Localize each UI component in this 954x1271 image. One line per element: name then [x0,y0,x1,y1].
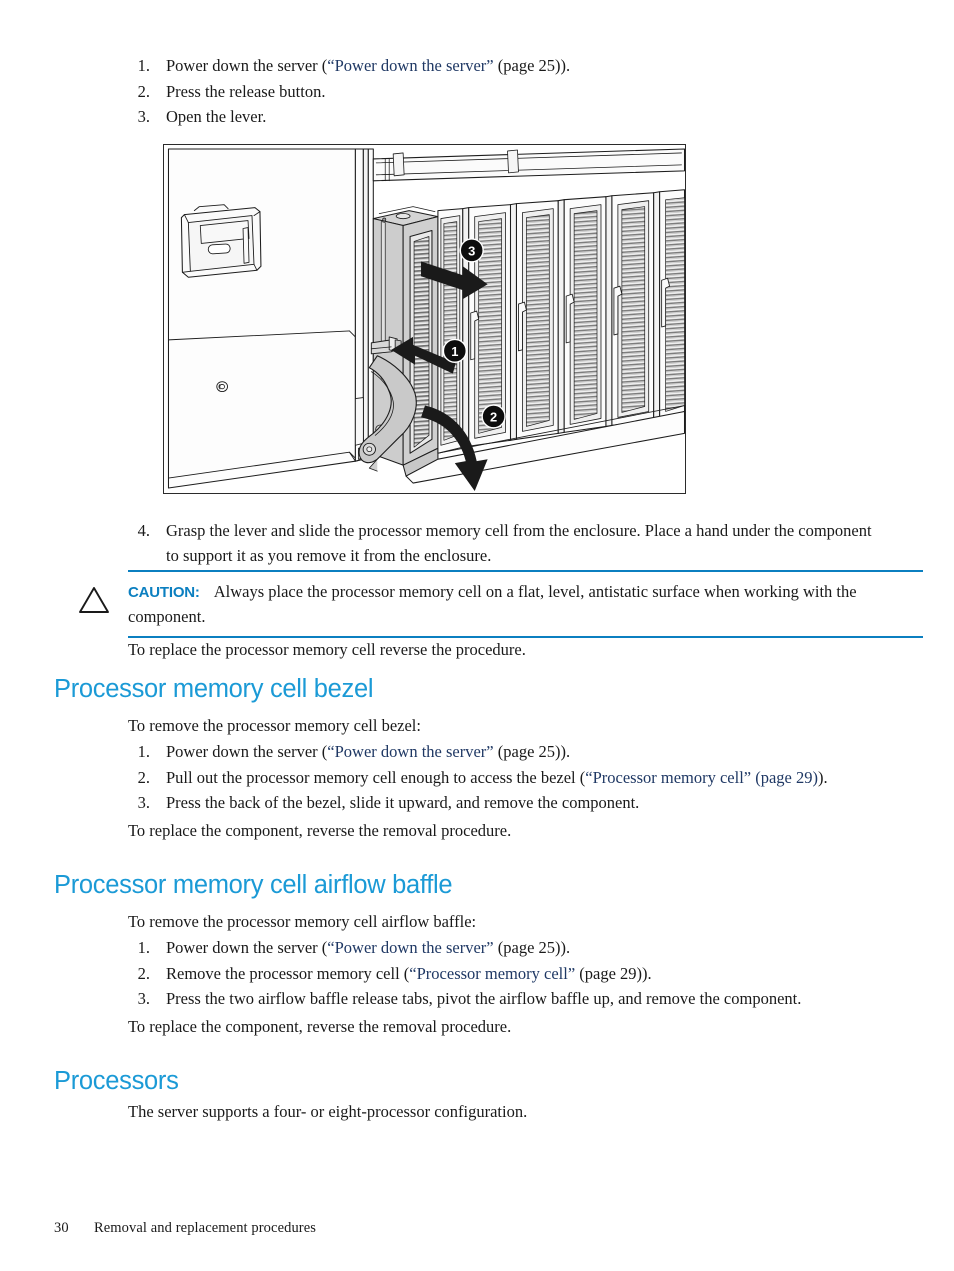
callout-label-3: 3 [468,243,475,258]
section-lead: To remove the processor memory cell airf… [128,912,477,931]
callout-badge-1: 1 [442,338,467,363]
list-number: 2. [137,767,150,787]
caution-label: CAUTION: [128,584,200,601]
cross-reference-link[interactable]: “Power down the server” [327,56,493,75]
list-number: 1. [137,56,150,75]
caution-text: Always place the processor memory cell o… [128,582,857,626]
list-item: 1. Power down the server (“Power down the… [128,936,888,961]
list-text: Power down the server ( [166,56,328,75]
list-number: 2. [137,963,150,983]
section-trailer: To replace the component, reverse the re… [128,820,512,840]
enclosure-handle [180,204,262,278]
section-body-airflow-baffle: To remove the processor memory cell airf… [128,910,888,1039]
cross-reference-link[interactable]: “Processor memory cell” (page 29) [585,768,818,787]
section-lead: To remove the processor memory cell beze… [128,716,421,735]
list-text: Pull out the processor memory cell enoug… [166,767,586,787]
list-text-tail: ). [818,767,828,787]
list-number: 2. [137,81,150,101]
cross-reference-link[interactable]: “Processor memory cell” [409,964,575,983]
list-item: 4. Grasp the lever and slide the processo… [128,519,873,568]
admonition-rule-top [128,570,923,572]
callout-badge-2: 2 [481,404,506,429]
baffle-procedure-list: 1. Power down the server (“Power down the… [128,936,888,1012]
footer-page-number: 30 [54,1220,69,1236]
screw-detail [216,381,228,393]
list-text: Remove the processor memory cell ( [166,963,410,983]
replace-note-paragraph: To replace the processor memory cell rev… [128,640,526,659]
list-number: 3. [137,793,150,812]
list-number: 3. [137,989,150,1008]
list-text: Open the lever. [166,107,267,126]
section-heading-bezel: Processor memory cell bezel [54,675,374,703]
list-number: 1. [137,742,150,761]
list-item: 2. Press the release button. [128,80,888,105]
server-enclosure-illustration: 3 1 2 [163,144,686,494]
section-body-processors: The server supports a four- or eight-pro… [128,1100,888,1126]
section-trailer: To replace the component, reverse the re… [128,1016,512,1036]
adjacent-memory-cells [405,189,685,484]
list-text: Press the release button. [166,81,326,101]
list-item: 1. Power down the server (“Power down the… [128,54,888,79]
list-text: Power down the server ( [166,938,328,957]
section-heading-processors: Processors [54,1067,179,1095]
list-text-tail: (page 29)). [575,963,652,983]
callout-badge-3: 3 [459,238,484,263]
list-item: 2. Remove the processor memory cell (“Pro… [128,962,888,987]
list-item: 3. Press the back of the bezel, slide it … [128,791,888,816]
list-item: 2. Pull out the processor memory cell eno… [128,766,888,791]
list-text: Power down the server ( [166,742,328,761]
step-four-list: 4. Grasp the lever and slide the processo… [128,519,873,569]
callout-label-2: 2 [490,409,497,424]
list-text-tail: (page 25)). [493,938,571,957]
callout-label-1: 1 [451,344,458,359]
list-number: 4. [137,521,150,540]
document-page: 1. Power down the server (“Power down the… [0,0,954,1271]
bezel-procedure-list: 1. Power down the server (“Power down the… [128,740,888,816]
caution-admonition: CAUTION: Always place the processor memor… [78,570,923,638]
list-item: 1. Power down the server (“Power down the… [128,740,888,765]
list-item: 3. Open the lever. [128,105,888,130]
list-text: Press the two airflow baffle release tab… [166,989,802,1008]
list-text: Grasp the lever and slide the processor … [166,521,872,565]
list-number: 3. [137,107,150,126]
section-heading-airflow-baffle: Processor memory cell airflow baffle [54,871,453,899]
footer-chapter-title: Removal and replacement procedures [94,1220,317,1236]
cross-reference-link[interactable]: “Power down the server” [327,742,493,761]
list-text-tail: (page 25)). [493,742,571,761]
list-item: 3. Press the two airflow baffle release t… [128,987,888,1012]
warning-triangle-icon [78,586,110,614]
cross-reference-link[interactable]: “Power down the server” [327,938,493,957]
top-procedure-list: 1. Power down the server (“Power down the… [128,54,888,131]
enclosure-top-rail [372,148,685,182]
illustration-svg: 3 1 2 [167,148,685,492]
list-text: Press the back of the bezel, slide it up… [166,793,640,812]
page-footer: 30 Removal and replacement procedures [54,1220,316,1237]
list-number: 1. [137,938,150,957]
section-lead: The server supports a four- or eight-pro… [128,1102,528,1121]
list-text-tail: (page 25)). [493,56,571,75]
section-body-bezel: To remove the processor memory cell beze… [128,714,888,843]
enclosure-left-panel [167,148,356,489]
